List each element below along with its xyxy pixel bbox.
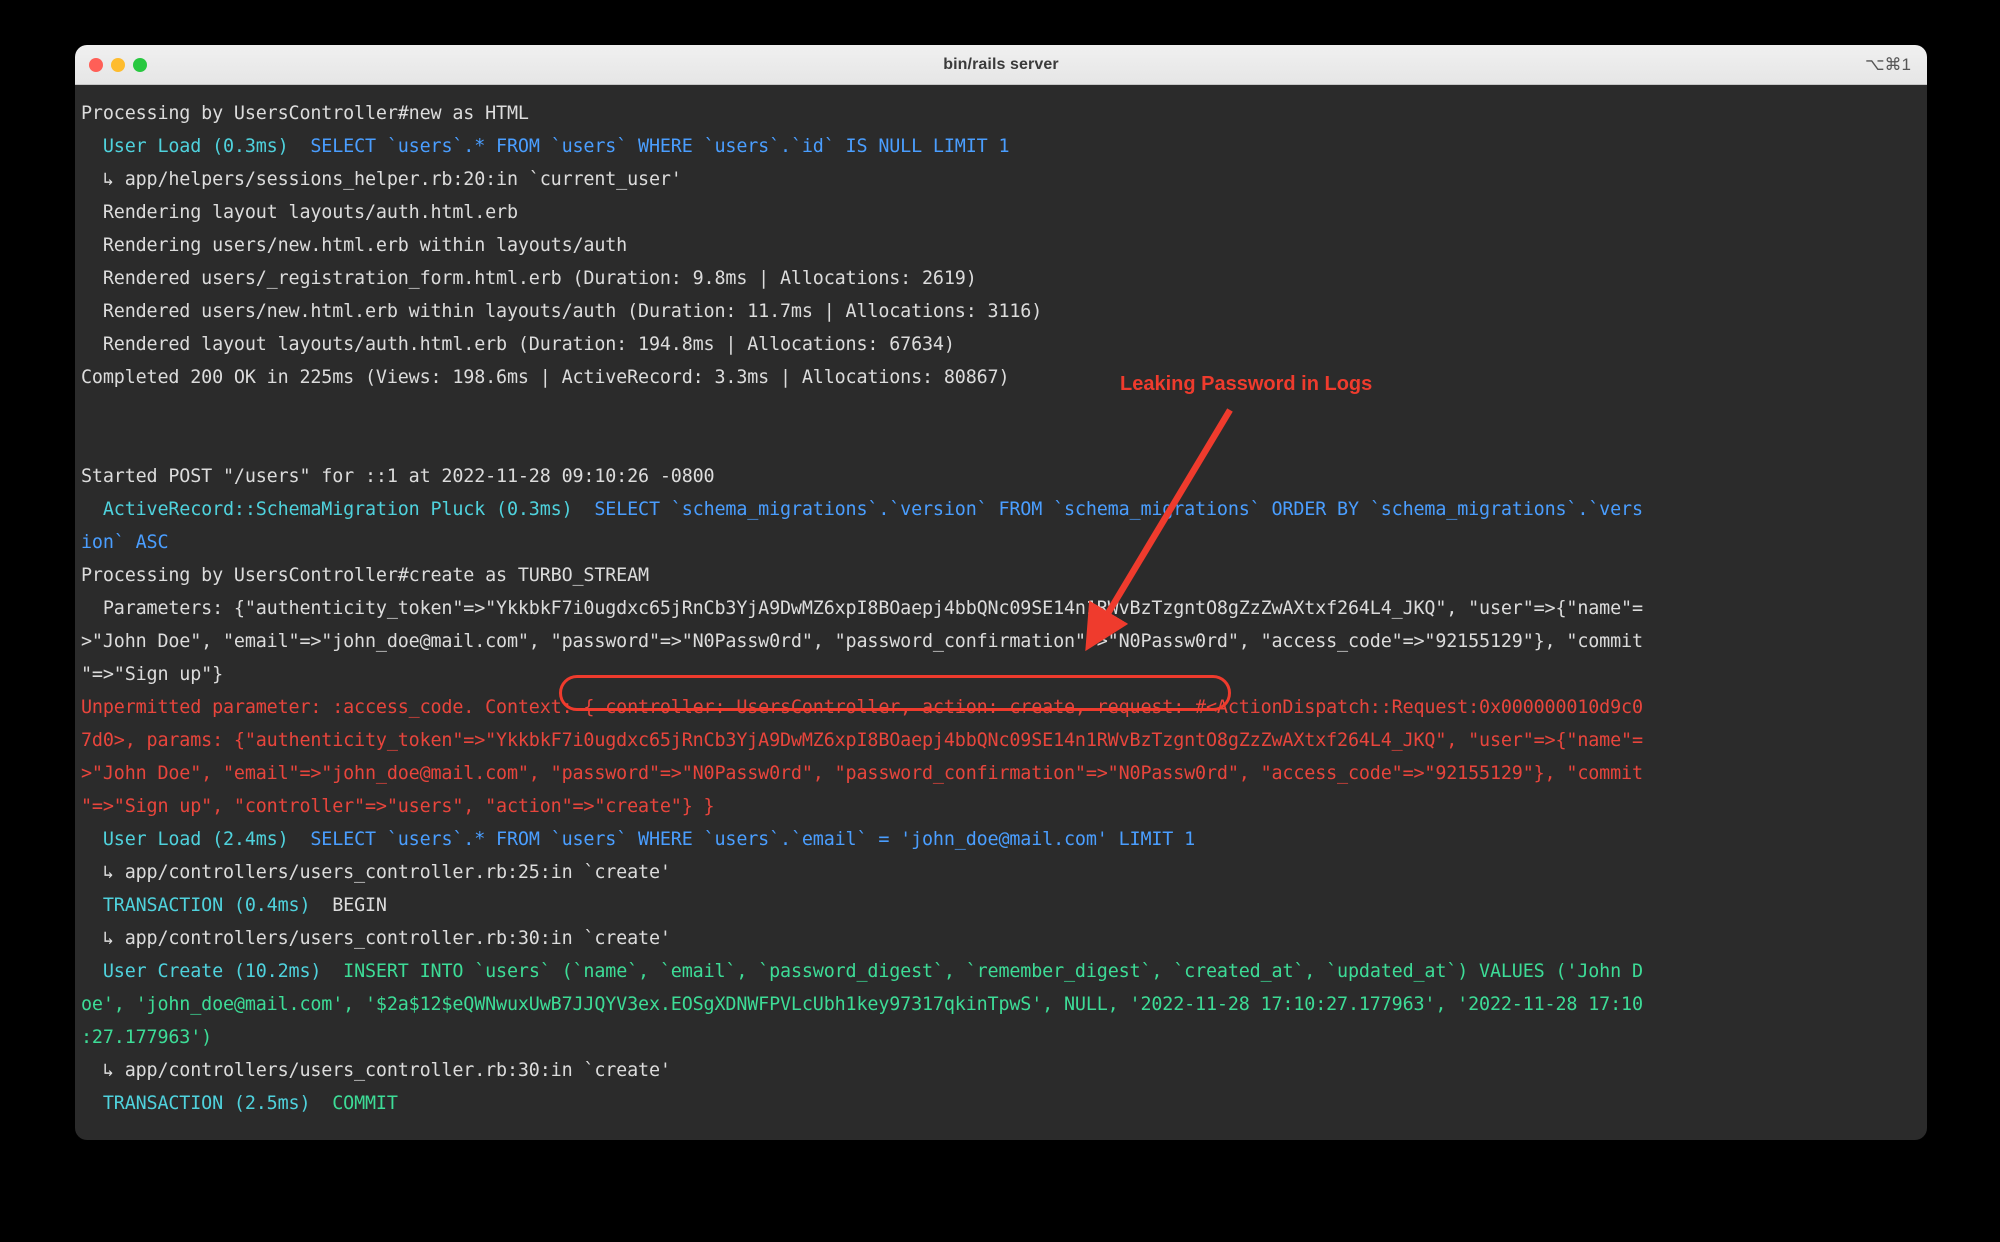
minimize-button[interactable] bbox=[111, 57, 125, 72]
log-segment: Completed 200 OK in 225ms (Views: 198.6m… bbox=[81, 367, 1010, 388]
log-line: Rendering layout layouts/auth.html.erb bbox=[81, 196, 1919, 229]
log-line: ↳ app/controllers/users_controller.rb:30… bbox=[81, 922, 1919, 955]
log-segment: oe', 'john_doe@mail.com', '$2a$12$eQWNwu… bbox=[81, 994, 1643, 1015]
terminal-window[interactable]: bin/rails server ⌥⌘1 Processing by Users… bbox=[75, 45, 1927, 1140]
log-segment: Unpermitted parameter: :access_code. Con… bbox=[81, 697, 1643, 718]
log-line: Rendering users/new.html.erb within layo… bbox=[81, 229, 1919, 262]
log-segment: COMMIT bbox=[310, 1093, 398, 1114]
log-line: TRANSACTION (2.5ms) COMMIT bbox=[81, 1087, 1919, 1120]
log-line: >"John Doe", "email"=>"john_doe@mail.com… bbox=[81, 625, 1919, 658]
terminal-log: Processing by UsersController#new as HTM… bbox=[75, 97, 1927, 1120]
log-line: "=>"Sign up", "controller"=>"users", "ac… bbox=[81, 790, 1919, 823]
window-title: bin/rails server bbox=[943, 55, 1059, 73]
log-line: Completed 200 OK in 225ms (Views: 198.6m… bbox=[81, 361, 1919, 394]
log-segment: SELECT `users`.* FROM `users` WHERE `use… bbox=[288, 136, 1010, 157]
log-segment: SELECT `users`.* FROM `users` WHERE `use… bbox=[288, 829, 1196, 850]
log-line: Unpermitted parameter: :access_code. Con… bbox=[81, 691, 1919, 724]
log-segment: ↳ app/controllers/users_controller.rb:25… bbox=[81, 862, 671, 883]
log-segment: User Load (0.3ms) bbox=[81, 136, 289, 157]
log-line: oe', 'john_doe@mail.com', '$2a$12$eQWNwu… bbox=[81, 988, 1919, 1021]
log-segment bbox=[81, 400, 92, 421]
log-line: Started POST "/users" for ::1 at 2022-11… bbox=[81, 460, 1919, 493]
log-line: Parameters: {"authenticity_token"=>"Ykkb… bbox=[81, 592, 1919, 625]
log-line: "=>"Sign up"} bbox=[81, 658, 1919, 691]
log-line: User Load (2.4ms) SELECT `users`.* FROM … bbox=[81, 823, 1919, 856]
zoom-button[interactable] bbox=[133, 57, 147, 72]
log-line: Rendered users/new.html.erb within layou… bbox=[81, 295, 1919, 328]
log-segment: Processing by UsersController#new as HTM… bbox=[81, 103, 529, 124]
log-segment: ↳ app/controllers/users_controller.rb:30… bbox=[81, 1060, 671, 1081]
log-line: :27.177963') bbox=[81, 1021, 1919, 1054]
log-line: Rendered users/_registration_form.html.e… bbox=[81, 262, 1919, 295]
log-line: User Load (0.3ms) SELECT `users`.* FROM … bbox=[81, 130, 1919, 163]
log-segment: INSERT INTO `users` (`name`, `email`, `p… bbox=[321, 961, 1643, 982]
log-line: TRANSACTION (0.4ms) BEGIN bbox=[81, 889, 1919, 922]
terminal-body[interactable]: Processing by UsersController#new as HTM… bbox=[75, 85, 1927, 1140]
log-line: 7d0>, params: {"authenticity_token"=>"Yk… bbox=[81, 724, 1919, 757]
log-segment: 7d0>, params: {"authenticity_token"=>"Yk… bbox=[81, 730, 1643, 751]
log-segment: Rendering layout layouts/auth.html.erb bbox=[81, 202, 518, 223]
log-segment: TRANSACTION (0.4ms) bbox=[81, 895, 311, 916]
log-segment: Processing by UsersController#create as … bbox=[81, 565, 649, 586]
log-segment: >"John Doe", "email"=>"john_doe@mail.com… bbox=[81, 631, 1643, 652]
log-segment: Rendered users/_registration_form.html.e… bbox=[81, 268, 977, 289]
log-segment: ion` ASC bbox=[81, 532, 169, 553]
screenshot-stage: bin/rails server ⌥⌘1 Processing by Users… bbox=[0, 0, 2000, 1242]
log-segment: User Create (10.2ms) bbox=[81, 961, 322, 982]
log-line bbox=[81, 427, 1919, 460]
log-segment: ↳ app/controllers/users_controller.rb:30… bbox=[81, 928, 671, 949]
log-line: Processing by UsersController#new as HTM… bbox=[81, 97, 1919, 130]
log-line: User Create (10.2ms) INSERT INTO `users`… bbox=[81, 955, 1919, 988]
log-segment: ↳ app/helpers/sessions_helper.rb:20:in `… bbox=[81, 169, 682, 190]
log-line: ↳ app/controllers/users_controller.rb:30… bbox=[81, 1054, 1919, 1087]
log-segment: Rendered layout layouts/auth.html.erb (D… bbox=[81, 334, 955, 355]
log-segment bbox=[81, 433, 92, 454]
log-line: Processing by UsersController#create as … bbox=[81, 559, 1919, 592]
log-line: Rendered layout layouts/auth.html.erb (D… bbox=[81, 328, 1919, 361]
log-line: ↳ app/helpers/sessions_helper.rb:20:in `… bbox=[81, 163, 1919, 196]
log-segment: BEGIN bbox=[310, 895, 387, 916]
window-shortcut-indicator: ⌥⌘1 bbox=[1864, 54, 1911, 74]
close-button[interactable] bbox=[89, 57, 103, 72]
log-line: ion` ASC bbox=[81, 526, 1919, 559]
window-titlebar[interactable]: bin/rails server ⌥⌘1 bbox=[75, 45, 1927, 85]
log-line: ActiveRecord::SchemaMigration Pluck (0.3… bbox=[81, 493, 1919, 526]
log-segment: Rendering users/new.html.erb within layo… bbox=[81, 235, 628, 256]
log-segment: SELECT `schema_migrations`.`version` FRO… bbox=[572, 499, 1643, 520]
log-segment: "=>"Sign up", "controller"=>"users", "ac… bbox=[81, 796, 715, 817]
log-segment: Parameters: {"authenticity_token"=>"Ykkb… bbox=[81, 598, 1643, 619]
log-segment: "=>"Sign up"} bbox=[81, 664, 223, 685]
log-segment: Started POST "/users" for ::1 at 2022-11… bbox=[81, 466, 715, 487]
log-segment: TRANSACTION (2.5ms) bbox=[81, 1093, 311, 1114]
log-segment: User Load (2.4ms) bbox=[81, 829, 289, 850]
log-line: ↳ app/controllers/users_controller.rb:25… bbox=[81, 856, 1919, 889]
log-segment: >"John Doe", "email"=>"john_doe@mail.com… bbox=[81, 763, 1643, 784]
traffic-lights bbox=[89, 57, 147, 72]
log-segment: Rendered users/new.html.erb within layou… bbox=[81, 301, 1043, 322]
log-line: >"John Doe", "email"=>"john_doe@mail.com… bbox=[81, 757, 1919, 790]
log-segment: :27.177963') bbox=[81, 1027, 213, 1048]
log-segment: ActiveRecord::SchemaMigration Pluck (0.3… bbox=[81, 499, 573, 520]
log-line bbox=[81, 394, 1919, 427]
